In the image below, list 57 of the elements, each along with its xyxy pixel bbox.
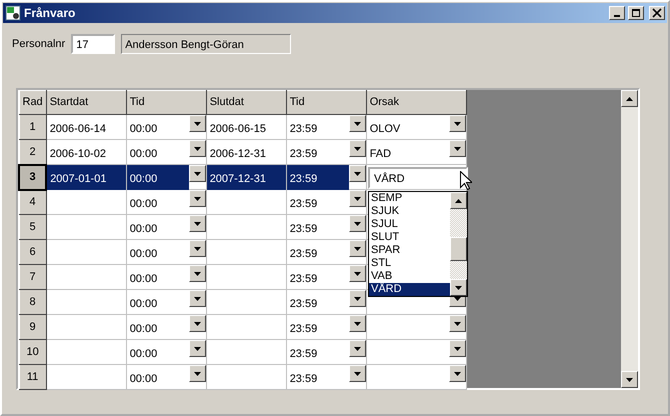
row-number[interactable]: 8 bbox=[19, 290, 46, 314]
table-cell-text: 23:59 bbox=[288, 272, 318, 287]
table-cell-text: FAD bbox=[368, 147, 392, 162]
column-header: Tid bbox=[286, 90, 366, 114]
table-cell-text: 00:00 bbox=[128, 322, 158, 337]
table-cell: 23:59 bbox=[286, 165, 349, 190]
dropdown-option[interactable]: SJUK bbox=[369, 205, 450, 218]
table-cell-text: 00:00 bbox=[128, 247, 158, 262]
table-cell-text: 00:00 bbox=[128, 222, 158, 237]
column-header: Rad bbox=[19, 90, 46, 114]
table-cell-text: 00:00 bbox=[128, 347, 158, 362]
table-cell-text: 23:59 bbox=[288, 247, 318, 262]
row-number[interactable]: 2 bbox=[19, 140, 46, 164]
table-cell-text: 2006-06-14 bbox=[48, 122, 106, 137]
table-cell-text: 23:59 bbox=[288, 297, 318, 312]
row-number[interactable]: 5 bbox=[19, 214, 46, 240]
table-cell-text: 23:59 bbox=[288, 347, 318, 362]
dropdown-option[interactable]: STL bbox=[369, 257, 450, 270]
table-cell-text: 2006-06-15 bbox=[208, 122, 266, 137]
table-cell-text: 00:00 bbox=[128, 372, 158, 387]
table-cell-text: 00:00 bbox=[128, 297, 158, 312]
table-cell-text: 2006-10-02 bbox=[48, 147, 106, 162]
table-cell-text: 00:00 bbox=[128, 147, 158, 162]
combo-field[interactable]: VÅRD bbox=[368, 167, 468, 189]
table-cell: 00:00 bbox=[126, 165, 189, 190]
row-number[interactable]: 10 bbox=[19, 340, 46, 364]
row-number[interactable]: 1 bbox=[19, 114, 46, 140]
table-cell-text: 00:00 bbox=[128, 122, 158, 137]
dropdown-option[interactable]: SEMP bbox=[369, 192, 450, 205]
row-number[interactable]: 6 bbox=[19, 240, 46, 264]
row-number[interactable]: 4 bbox=[19, 190, 46, 214]
table-cell-text: 23:59 bbox=[288, 122, 318, 137]
table-cell-text: 23:59 bbox=[288, 372, 318, 387]
table-cell: 2007-01-01 bbox=[47, 165, 126, 190]
row-number[interactable]: 3 bbox=[19, 164, 46, 190]
column-header: Tid bbox=[126, 90, 206, 114]
row-number[interactable]: 11 bbox=[19, 364, 46, 390]
table-cell-text: 2006-12-31 bbox=[208, 147, 266, 162]
table-cell-text: OLOV bbox=[368, 122, 400, 137]
field-label: Personalnr bbox=[12, 36, 66, 52]
table-cell-text: 00:00 bbox=[128, 272, 158, 287]
table-cell-text: 00:00 bbox=[128, 197, 158, 212]
column-header: Slutdat bbox=[206, 90, 286, 114]
table-cell-text: 23:59 bbox=[288, 147, 318, 162]
dropdown-option[interactable]: VÅRD bbox=[369, 283, 450, 296]
dropdown-option[interactable]: SLUT bbox=[369, 231, 450, 244]
column-header: Orsak bbox=[366, 90, 466, 114]
table-cell-text: 23:59 bbox=[288, 222, 318, 237]
window-title: Frånvaro bbox=[24, 5, 76, 22]
table-cell-text: 23:59 bbox=[288, 322, 318, 337]
name-field: Andersson Bengt-Göran bbox=[121, 34, 292, 54]
table-cell-text: 23:59 bbox=[288, 197, 318, 212]
table-cell: 2007-12-31 bbox=[206, 165, 286, 190]
column-header: Startdat bbox=[46, 90, 126, 114]
number-field[interactable]: 17 bbox=[71, 34, 116, 54]
row-number[interactable]: 9 bbox=[19, 314, 46, 340]
row-number[interactable]: 7 bbox=[19, 264, 46, 290]
